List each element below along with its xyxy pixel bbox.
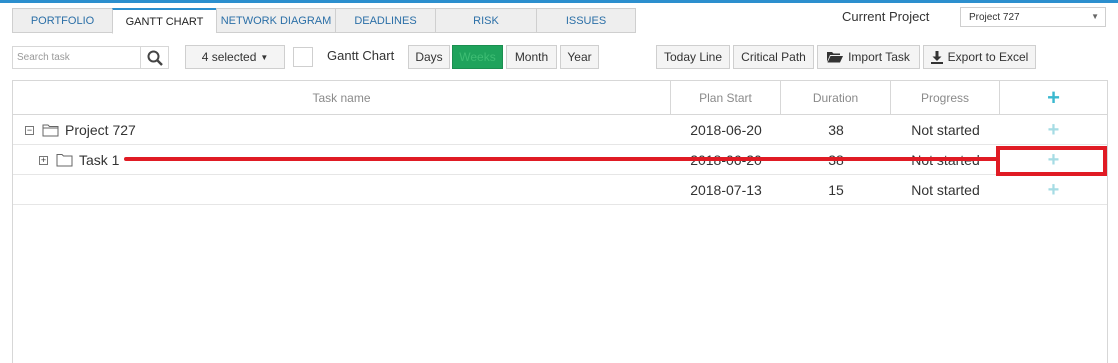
download-icon <box>930 50 943 64</box>
plus-icon: + <box>1047 85 1060 110</box>
search-button[interactable] <box>140 46 169 69</box>
add-column-button[interactable]: + <box>1000 81 1107 115</box>
add-task-button[interactable]: + <box>1000 175 1107 205</box>
tab-network-diagram[interactable]: NETWORK DIAGRAM <box>216 8 335 33</box>
folder-icon <box>42 124 59 137</box>
search-placeholder: Search task <box>17 52 70 63</box>
collapse-toggle[interactable]: − <box>25 125 34 135</box>
top-accent-bar <box>0 0 1118 3</box>
plan-start-cell: 2018-07-13 <box>690 182 762 198</box>
task-name: Project 727 <box>65 122 136 138</box>
tab-issues[interactable]: ISSUES <box>536 8 636 33</box>
search-icon <box>147 50 163 66</box>
search-input[interactable]: Search task <box>12 46 141 69</box>
folder-open-icon <box>827 52 844 63</box>
export-excel-label: Export to Excel <box>947 50 1029 64</box>
caret-down-icon: ▼ <box>260 52 269 62</box>
plan-start-cell: 2018-06-20 <box>690 122 762 138</box>
tab-deadlines[interactable]: DEADLINES <box>335 8 435 33</box>
scale-month-button[interactable]: Month <box>506 45 557 69</box>
scale-days-button[interactable]: Days <box>408 45 450 69</box>
gantt-chart-checkbox[interactable] <box>293 47 313 67</box>
task-name: Task 1 <box>79 152 120 168</box>
critical-path-button[interactable]: Critical Path <box>733 45 814 69</box>
current-project-label: Current Project <box>842 9 930 24</box>
task-grid: Task name Plan Start Duration Progress +… <box>12 80 1108 363</box>
grid-header: Task name Plan Start Duration Progress + <box>13 81 1107 115</box>
import-task-label: Import Task <box>848 50 910 64</box>
project-select[interactable]: Project 727 ▼ <box>960 7 1106 27</box>
tab-risk[interactable]: RISK <box>435 8 536 33</box>
scale-weeks-button[interactable]: Weeks <box>452 45 503 69</box>
project-select-value: Project 727 <box>969 11 1020 23</box>
plus-icon: + <box>1047 119 1060 141</box>
today-line-button[interactable]: Today Line <box>656 45 730 69</box>
task-name-cell: − Project 727 <box>25 115 665 145</box>
selected-dropdown-label: 4 selected <box>201 50 257 64</box>
tab-gantt-chart[interactable]: GANTT CHART <box>112 8 216 34</box>
tab-bar: PORTFOLIO GANTT CHART NETWORK DIAGRAM DE… <box>12 8 636 34</box>
selected-dropdown[interactable]: 4 selected ▼ <box>185 45 285 69</box>
annotation-highlight-box <box>996 146 1107 176</box>
import-task-button[interactable]: Import Task <box>817 45 920 69</box>
plus-icon: + <box>1047 179 1060 201</box>
task-name-cell <box>25 175 665 205</box>
scale-year-button[interactable]: Year <box>560 45 599 69</box>
table-row[interactable]: 2018-07-13 15 Not started + <box>13 175 1107 205</box>
header-progress[interactable]: Progress <box>891 81 1000 115</box>
expand-toggle[interactable]: + <box>39 155 48 165</box>
annotation-arrow-line <box>124 157 1000 161</box>
progress-cell: Not started <box>911 122 980 138</box>
duration-cell: 15 <box>828 182 844 198</box>
header-task-name[interactable]: Task name <box>13 81 671 115</box>
header-duration[interactable]: Duration <box>781 81 891 115</box>
header-plan-start[interactable]: Plan Start <box>671 81 781 115</box>
folder-icon <box>56 154 73 167</box>
export-excel-button[interactable]: Export to Excel <box>923 45 1036 69</box>
tab-portfolio[interactable]: PORTFOLIO <box>12 8 112 33</box>
add-task-button[interactable]: + <box>1000 115 1107 145</box>
gantt-chart-label: Gantt Chart <box>327 48 395 63</box>
chevron-down-icon: ▼ <box>1091 12 1099 21</box>
progress-cell: Not started <box>911 182 980 198</box>
duration-cell: 38 <box>828 122 844 138</box>
table-row[interactable]: − Project 727 2018-06-20 38 Not started … <box>13 115 1107 145</box>
